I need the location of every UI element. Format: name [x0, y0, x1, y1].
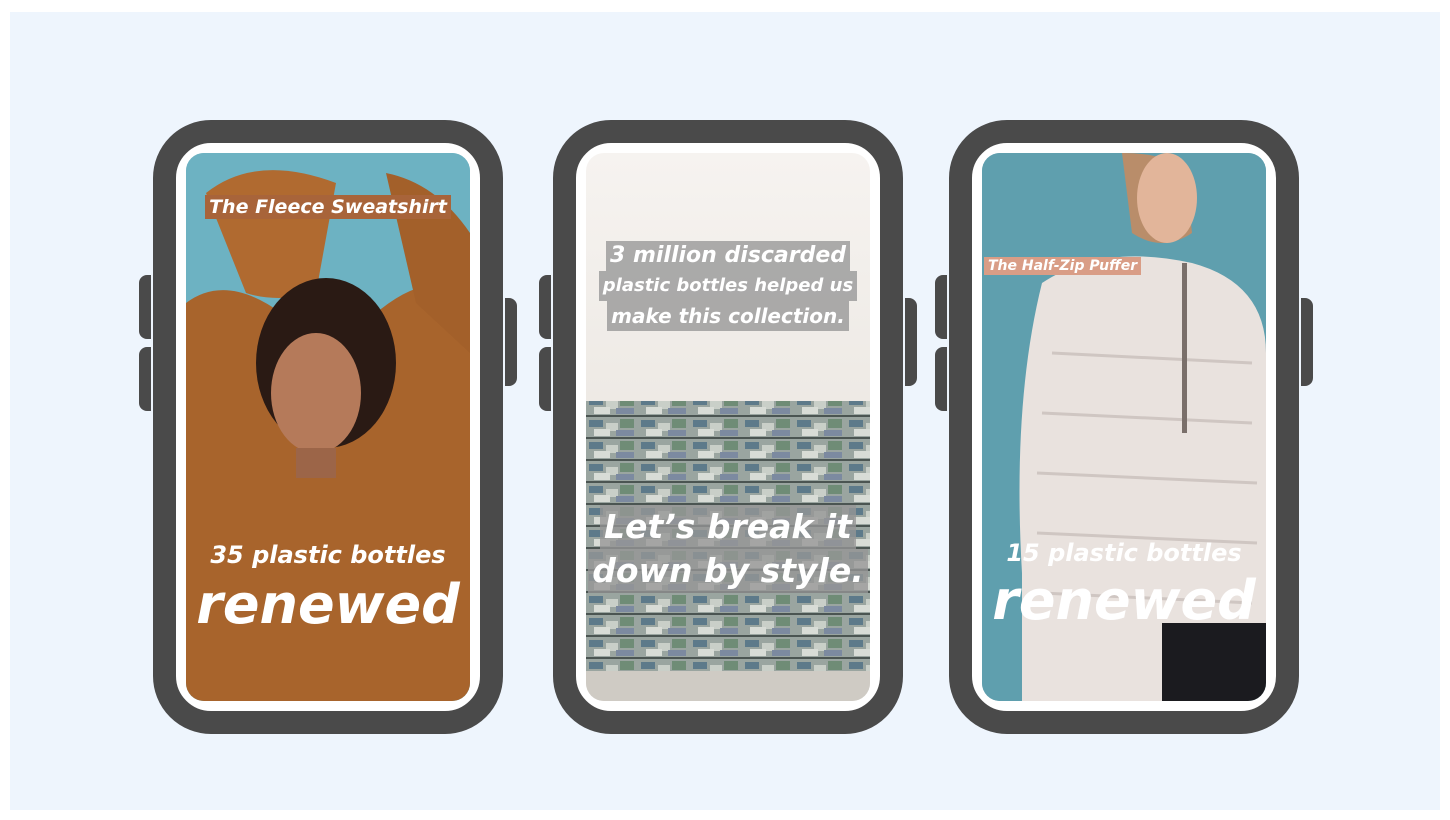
- story-screen-puffer: The Half-Zip Puffer 15 plastic bottles r…: [982, 153, 1266, 701]
- caption-bottle-count: 15 plastic bottles: [1006, 539, 1242, 567]
- bottle-bales-photo: [586, 401, 870, 701]
- phone-power-button: [905, 298, 917, 386]
- phone-mockup-fleece: The Fleece Sweatshirt 35 plastic bottles…: [139, 120, 517, 734]
- caption-break-down: Let’s break it down by style.: [586, 505, 870, 593]
- caption-renewed: renewed: [992, 569, 1256, 632]
- phone-side-button: [539, 347, 551, 411]
- phone-side-button: [139, 347, 151, 411]
- phone-side-button: [935, 275, 947, 339]
- background-canvas: The Fleece Sweatshirt 35 plastic bottles…: [10, 12, 1440, 810]
- phone-power-button: [505, 298, 517, 386]
- story-screen-fleece: The Fleece Sweatshirt 35 plastic bottles…: [186, 153, 470, 701]
- phone-power-button: [1301, 298, 1313, 386]
- caption-bottle-count: 35 plastic bottles: [210, 541, 446, 569]
- phone-side-button: [935, 347, 947, 411]
- phone-mockup-puffer: The Half-Zip Puffer 15 plastic bottles r…: [935, 120, 1313, 734]
- caption-product-name: The Fleece Sweatshirt: [186, 195, 470, 219]
- phone-side-button: [539, 275, 551, 339]
- caption-renewed: renewed: [196, 573, 460, 636]
- story-screen-bottles: 3 million discarded plastic bottles help…: [586, 153, 870, 701]
- phone-side-button: [139, 275, 151, 339]
- caption-product-name: The Half-Zip Puffer: [984, 257, 1142, 275]
- phone-mockup-bottles: 3 million discarded plastic bottles help…: [539, 120, 917, 734]
- caption-intro: 3 million discarded plastic bottles help…: [586, 241, 870, 331]
